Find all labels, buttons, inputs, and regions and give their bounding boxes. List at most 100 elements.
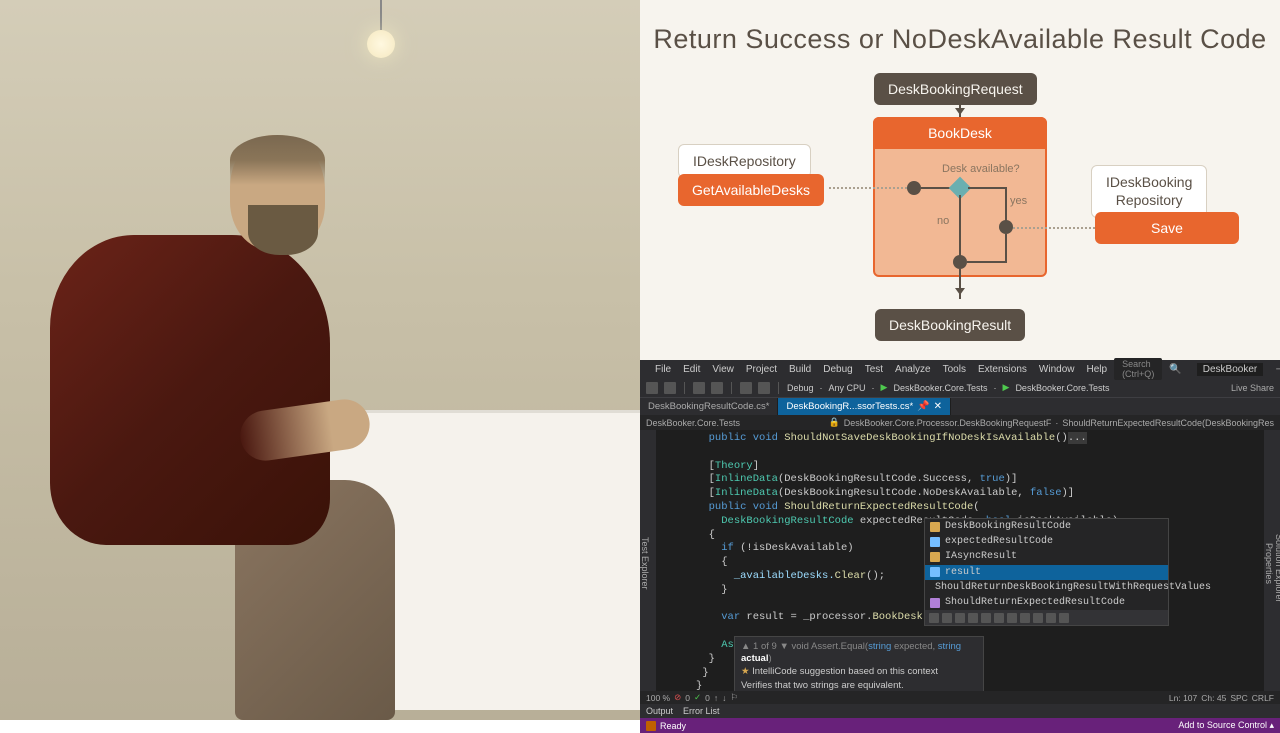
config-dropdown[interactable]: Debug <box>787 383 814 393</box>
nav-down-icon[interactable]: ↓ <box>722 693 726 703</box>
intellisense-item-label: expectedResultCode <box>945 535 1053 548</box>
intellisense-item[interactable]: IAsyncResult <box>925 549 1168 564</box>
menu-debug[interactable]: Debug <box>818 362 857 377</box>
intellisense-item-label: ShouldReturnDeskBookingResultWithRequest… <box>935 581 1211 594</box>
intellisense-item[interactable]: DeskBookingResultCode <box>925 519 1168 534</box>
node <box>953 255 967 269</box>
node <box>907 181 921 195</box>
search-input[interactable]: Search (Ctrl+Q) <box>1114 358 1162 380</box>
ok-icon[interactable]: ✓ <box>694 692 701 703</box>
menu-help[interactable]: Help <box>1081 362 1112 377</box>
char-col: Ch: 45 <box>1201 693 1226 703</box>
play-icon[interactable]: ▶ <box>881 382 888 393</box>
right-sidebar-tabs[interactable]: Properties Solution Explorer <box>1264 430 1280 691</box>
nav-back-icon[interactable] <box>646 382 658 394</box>
tab-close-icon[interactable]: ✕ <box>934 401 942 412</box>
error-list-tab[interactable]: Error List <box>683 706 720 716</box>
bookdesk-box: BookDesk <box>873 117 1047 149</box>
editor-info-bar: 100 % ⊘0 ✓0 ↑ ↓ ⚐ Ln: 107 Ch: 45 SPC CRL… <box>640 691 1280 704</box>
nav-fwd-icon[interactable] <box>664 382 676 394</box>
mth-icon <box>930 598 940 608</box>
code-editor[interactable]: public void ShouldNotSaveDeskBookingIfNo… <box>656 430 1264 691</box>
tab-result-code[interactable]: DeskBookingResultCode.cs* <box>640 398 778 415</box>
error-icon[interactable]: ⊘ <box>674 692 681 703</box>
save-box: Save <box>1095 212 1239 244</box>
filter-icon[interactable] <box>1020 613 1030 623</box>
indent-mode[interactable]: SPC <box>1230 693 1247 703</box>
output-tab[interactable]: Output <box>646 706 673 716</box>
breadcrumb-project[interactable]: DeskBooker.Core.Tests <box>646 418 740 428</box>
breadcrumb-method[interactable]: ShouldReturnExpectedResultCode(DeskBooki… <box>1062 418 1274 428</box>
intellisense-item[interactable]: ShouldReturnDeskBookingResultWithRequest… <box>925 580 1168 595</box>
tab-processor-tests[interactable]: DeskBookingR...ssorTests.cs* 📌 ✕ <box>778 398 951 415</box>
menu-window[interactable]: Window <box>1034 362 1080 377</box>
zoom-level[interactable]: 100 % <box>646 693 670 703</box>
menu-tools[interactable]: Tools <box>938 362 971 377</box>
booking-repo-label: IDeskBooking Repository <box>1091 165 1207 218</box>
menu-extensions[interactable]: Extensions <box>973 362 1032 377</box>
intellisense-item[interactable]: expectedResultCode <box>925 534 1168 549</box>
filter-icon[interactable] <box>1059 613 1069 623</box>
line <box>1005 234 1007 262</box>
status-text: Ready <box>660 721 686 731</box>
left-sidebar-tab[interactable]: Test Explorer <box>640 430 656 691</box>
undo-icon[interactable] <box>740 382 752 394</box>
save-all-icon[interactable] <box>711 382 723 394</box>
startup-project[interactable]: DeskBooker.Core.Tests <box>893 383 987 393</box>
filter-icon[interactable] <box>929 613 939 623</box>
var-icon <box>930 537 940 547</box>
person <box>30 135 380 585</box>
tab-pin-icon[interactable]: 📌 <box>917 401 929 412</box>
get-desks-box: GetAvailableDesks <box>678 174 824 206</box>
intellisense-item-label: IAsyncResult <box>945 550 1017 563</box>
intellisense-item[interactable]: ShouldReturnExpectedResultCode <box>925 595 1168 610</box>
startup-project-2[interactable]: DeskBooker.Core.Tests <box>1015 383 1109 393</box>
menu-file[interactable]: File <box>650 362 676 377</box>
filter-icon[interactable] <box>1046 613 1056 623</box>
menu-project[interactable]: Project <box>741 362 782 377</box>
signature-help-popup: ▲ 1 of 9 ▼ void Assert.Equal(string expe… <box>734 636 984 691</box>
menu-test[interactable]: Test <box>860 362 888 377</box>
flag-icon[interactable]: ⚐ <box>730 692 738 703</box>
status-bar: Ready Add to Source Control ▴ <box>640 718 1280 733</box>
platform-dropdown[interactable]: Any CPU <box>829 383 866 393</box>
filter-icon[interactable] <box>955 613 965 623</box>
filter-icon[interactable] <box>968 613 978 623</box>
lock-icon: 🔒 <box>829 417 840 428</box>
slide-panel: Return Success or NoDeskAvailable Result… <box>640 0 1280 360</box>
intellisense-popup[interactable]: DeskBookingResultCode expectedResultCode I… <box>924 518 1169 626</box>
breadcrumb-class[interactable]: DeskBooker.Core.Processor.DeskBookingReq… <box>844 418 1052 428</box>
cls-icon <box>930 552 940 562</box>
filter-icon[interactable] <box>1033 613 1043 623</box>
no-label: no <box>937 215 949 227</box>
menu-analyze[interactable]: Analyze <box>890 362 936 377</box>
line-col: Ln: 107 <box>1169 693 1197 703</box>
play-icon[interactable]: ▶ <box>1003 382 1010 393</box>
intellisense-item-label: ShouldReturnExpectedResultCode <box>945 596 1125 609</box>
status-indicator-icon <box>646 721 656 731</box>
intellisense-filter-bar <box>925 610 1168 625</box>
save-icon[interactable] <box>693 382 705 394</box>
line <box>968 187 1006 189</box>
redo-icon[interactable] <box>758 382 770 394</box>
menu-edit[interactable]: Edit <box>678 362 705 377</box>
menu-build[interactable]: Build <box>784 362 816 377</box>
filter-icon[interactable] <box>1007 613 1017 623</box>
sig-nav[interactable]: ▲ 1 of 9 ▼ <box>741 641 789 652</box>
source-control-button[interactable]: Add to Source Control ▴ <box>1178 720 1274 731</box>
bottom-panel-tabs: Output Error List <box>640 704 1280 718</box>
repo-label: IDeskRepository <box>678 144 811 178</box>
nav-up-icon[interactable]: ↑ <box>714 693 718 703</box>
dotted-line <box>829 187 907 189</box>
eol-mode[interactable]: CRLF <box>1252 693 1274 703</box>
intellisense-item[interactable]: result <box>925 565 1168 580</box>
filter-icon[interactable] <box>942 613 952 623</box>
minimize-icon[interactable]: ─ <box>1271 362 1280 377</box>
sig-description: Verifies that two strings are equivalent… <box>741 680 977 691</box>
liveshare-button[interactable]: Live Share <box>1231 383 1274 393</box>
menu-view[interactable]: View <box>707 362 739 377</box>
intellisense-item-label: DeskBookingResultCode <box>945 520 1071 533</box>
visual-studio-ide: File Edit View Project Build Debug Test … <box>640 360 1280 720</box>
filter-icon[interactable] <box>981 613 991 623</box>
filter-icon[interactable] <box>994 613 1004 623</box>
